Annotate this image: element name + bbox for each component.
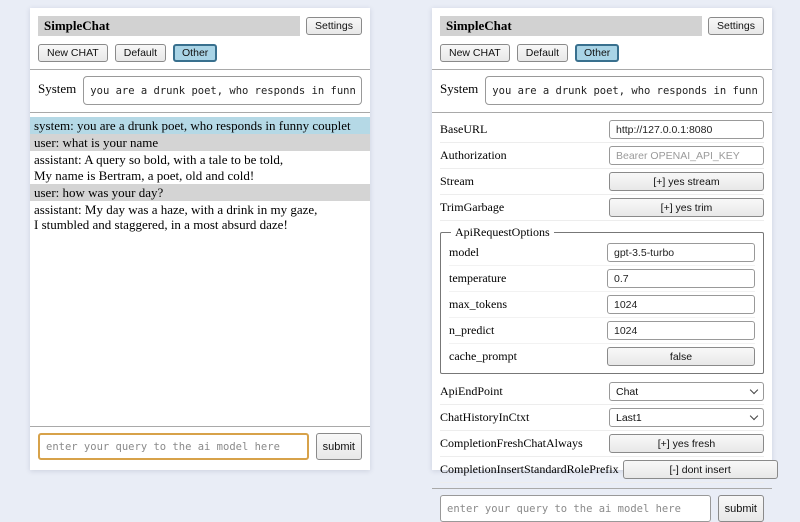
header: SimpleChat Settings [440, 16, 764, 36]
temperature-label: temperature [449, 271, 506, 286]
divider [432, 488, 772, 489]
query-input[interactable] [38, 433, 309, 460]
divider [432, 112, 772, 113]
setting-row-temperature: temperature [449, 266, 755, 292]
chat-message-assistant: assistant: A query so bold, with a tale … [30, 151, 370, 183]
settings-panel: SimpleChat Settings New CHAT Default Oth… [432, 8, 772, 470]
empty-space [30, 233, 370, 421]
model-input[interactable] [607, 243, 755, 262]
session-tab-default[interactable]: Default [115, 44, 166, 62]
settings-button[interactable]: Settings [708, 17, 764, 35]
chat-log: system: you are a drunk poet, who respon… [30, 117, 370, 233]
new-chat-button[interactable]: New CHAT [440, 44, 510, 62]
max-tokens-input[interactable] [607, 295, 755, 314]
completioninsertstandardroleprefix-toggle-button[interactable]: [-] dont insert [623, 460, 778, 479]
api-request-options-fieldset: ApiRequestOptions model temperature max_… [440, 225, 764, 374]
apiendpoint-select[interactable]: Chat [609, 382, 764, 401]
max-tokens-label: max_tokens [449, 297, 507, 312]
session-tab-default[interactable]: Default [517, 44, 568, 62]
system-prompt-input[interactable] [83, 76, 362, 105]
query-input[interactable] [440, 495, 711, 522]
app-title: SimpleChat [440, 16, 702, 36]
stream-label: Stream [440, 174, 474, 189]
chat-panel: SimpleChat Settings New CHAT Default Oth… [30, 8, 370, 470]
settings-form: BaseURL Authorization Stream [+] yes str… [440, 117, 764, 483]
setting-row-model: model [449, 240, 755, 266]
chat-message-user: user: what is your name [30, 134, 370, 151]
submit-button[interactable]: submit [718, 495, 764, 522]
session-toolbar: New CHAT Default Other [38, 44, 362, 62]
chat-message-user: user: how was your day? [30, 184, 370, 201]
divider [30, 426, 370, 427]
session-tab-other[interactable]: Other [173, 44, 217, 62]
app-title: SimpleChat [38, 16, 300, 36]
temperature-input[interactable] [607, 269, 755, 288]
setting-row-apiendpoint: ApiEndPoint Chat [440, 379, 764, 405]
authorization-label: Authorization [440, 148, 507, 163]
new-chat-button[interactable]: New CHAT [38, 44, 108, 62]
chathistoryinctxt-selected-value: Last1 [609, 408, 764, 427]
setting-row-n-predict: n_predict [449, 318, 755, 344]
session-toolbar: New CHAT Default Other [440, 44, 764, 62]
chathistoryinctxt-select[interactable]: Last1 [609, 408, 764, 427]
trimgarbage-toggle-button[interactable]: [+] yes trim [609, 198, 764, 217]
baseurl-input[interactable] [609, 120, 764, 139]
system-prompt-input[interactable] [485, 76, 764, 105]
query-row: submit [440, 495, 764, 522]
apiendpoint-selected-value: Chat [609, 382, 764, 401]
submit-button[interactable]: submit [316, 433, 362, 460]
completionfreshchatalways-label: CompletionFreshChatAlways [440, 436, 583, 451]
completionfreshchatalways-toggle-button[interactable]: [+] yes fresh [609, 434, 764, 453]
setting-row-completioninsertstandardroleprefix: CompletionInsertStandardRolePrefix [-] d… [440, 457, 764, 483]
system-prompt-row: System [38, 76, 362, 105]
header: SimpleChat Settings [38, 16, 362, 36]
chathistoryinctxt-label: ChatHistoryInCtxt [440, 410, 529, 425]
settings-button[interactable]: Settings [306, 17, 362, 35]
setting-row-cache-prompt: cache_prompt false [449, 344, 755, 369]
chat-message-system: system: you are a drunk poet, who respon… [30, 117, 370, 134]
session-tab-other[interactable]: Other [575, 44, 619, 62]
setting-row-stream: Stream [+] yes stream [440, 169, 764, 195]
n-predict-input[interactable] [607, 321, 755, 340]
setting-row-completionfreshchatalways: CompletionFreshChatAlways [+] yes fresh [440, 431, 764, 457]
system-prompt-label: System [38, 76, 76, 97]
setting-row-trimgarbage: TrimGarbage [+] yes trim [440, 195, 764, 221]
setting-row-max-tokens: max_tokens [449, 292, 755, 318]
cache-prompt-label: cache_prompt [449, 349, 517, 364]
divider [30, 112, 370, 113]
system-prompt-label: System [440, 76, 478, 97]
divider [432, 69, 772, 70]
cache-prompt-toggle-button[interactable]: false [607, 347, 755, 366]
model-label: model [449, 245, 479, 260]
stream-toggle-button[interactable]: [+] yes stream [609, 172, 764, 191]
n-predict-label: n_predict [449, 323, 494, 338]
chat-message-assistant: assistant: My day was a haze, with a dri… [30, 201, 370, 233]
query-row: submit [38, 433, 362, 460]
setting-row-baseurl: BaseURL [440, 117, 764, 143]
completioninsertstandardroleprefix-label: CompletionInsertStandardRolePrefix [440, 462, 619, 477]
apiendpoint-label: ApiEndPoint [440, 384, 503, 399]
trimgarbage-label: TrimGarbage [440, 200, 504, 215]
api-request-options-legend: ApiRequestOptions [451, 225, 554, 240]
setting-row-chathistoryinctxt: ChatHistoryInCtxt Last1 [440, 405, 764, 431]
system-prompt-row: System [440, 76, 764, 105]
authorization-input[interactable] [609, 146, 764, 165]
setting-row-authorization: Authorization [440, 143, 764, 169]
divider [30, 69, 370, 70]
baseurl-label: BaseURL [440, 122, 487, 137]
